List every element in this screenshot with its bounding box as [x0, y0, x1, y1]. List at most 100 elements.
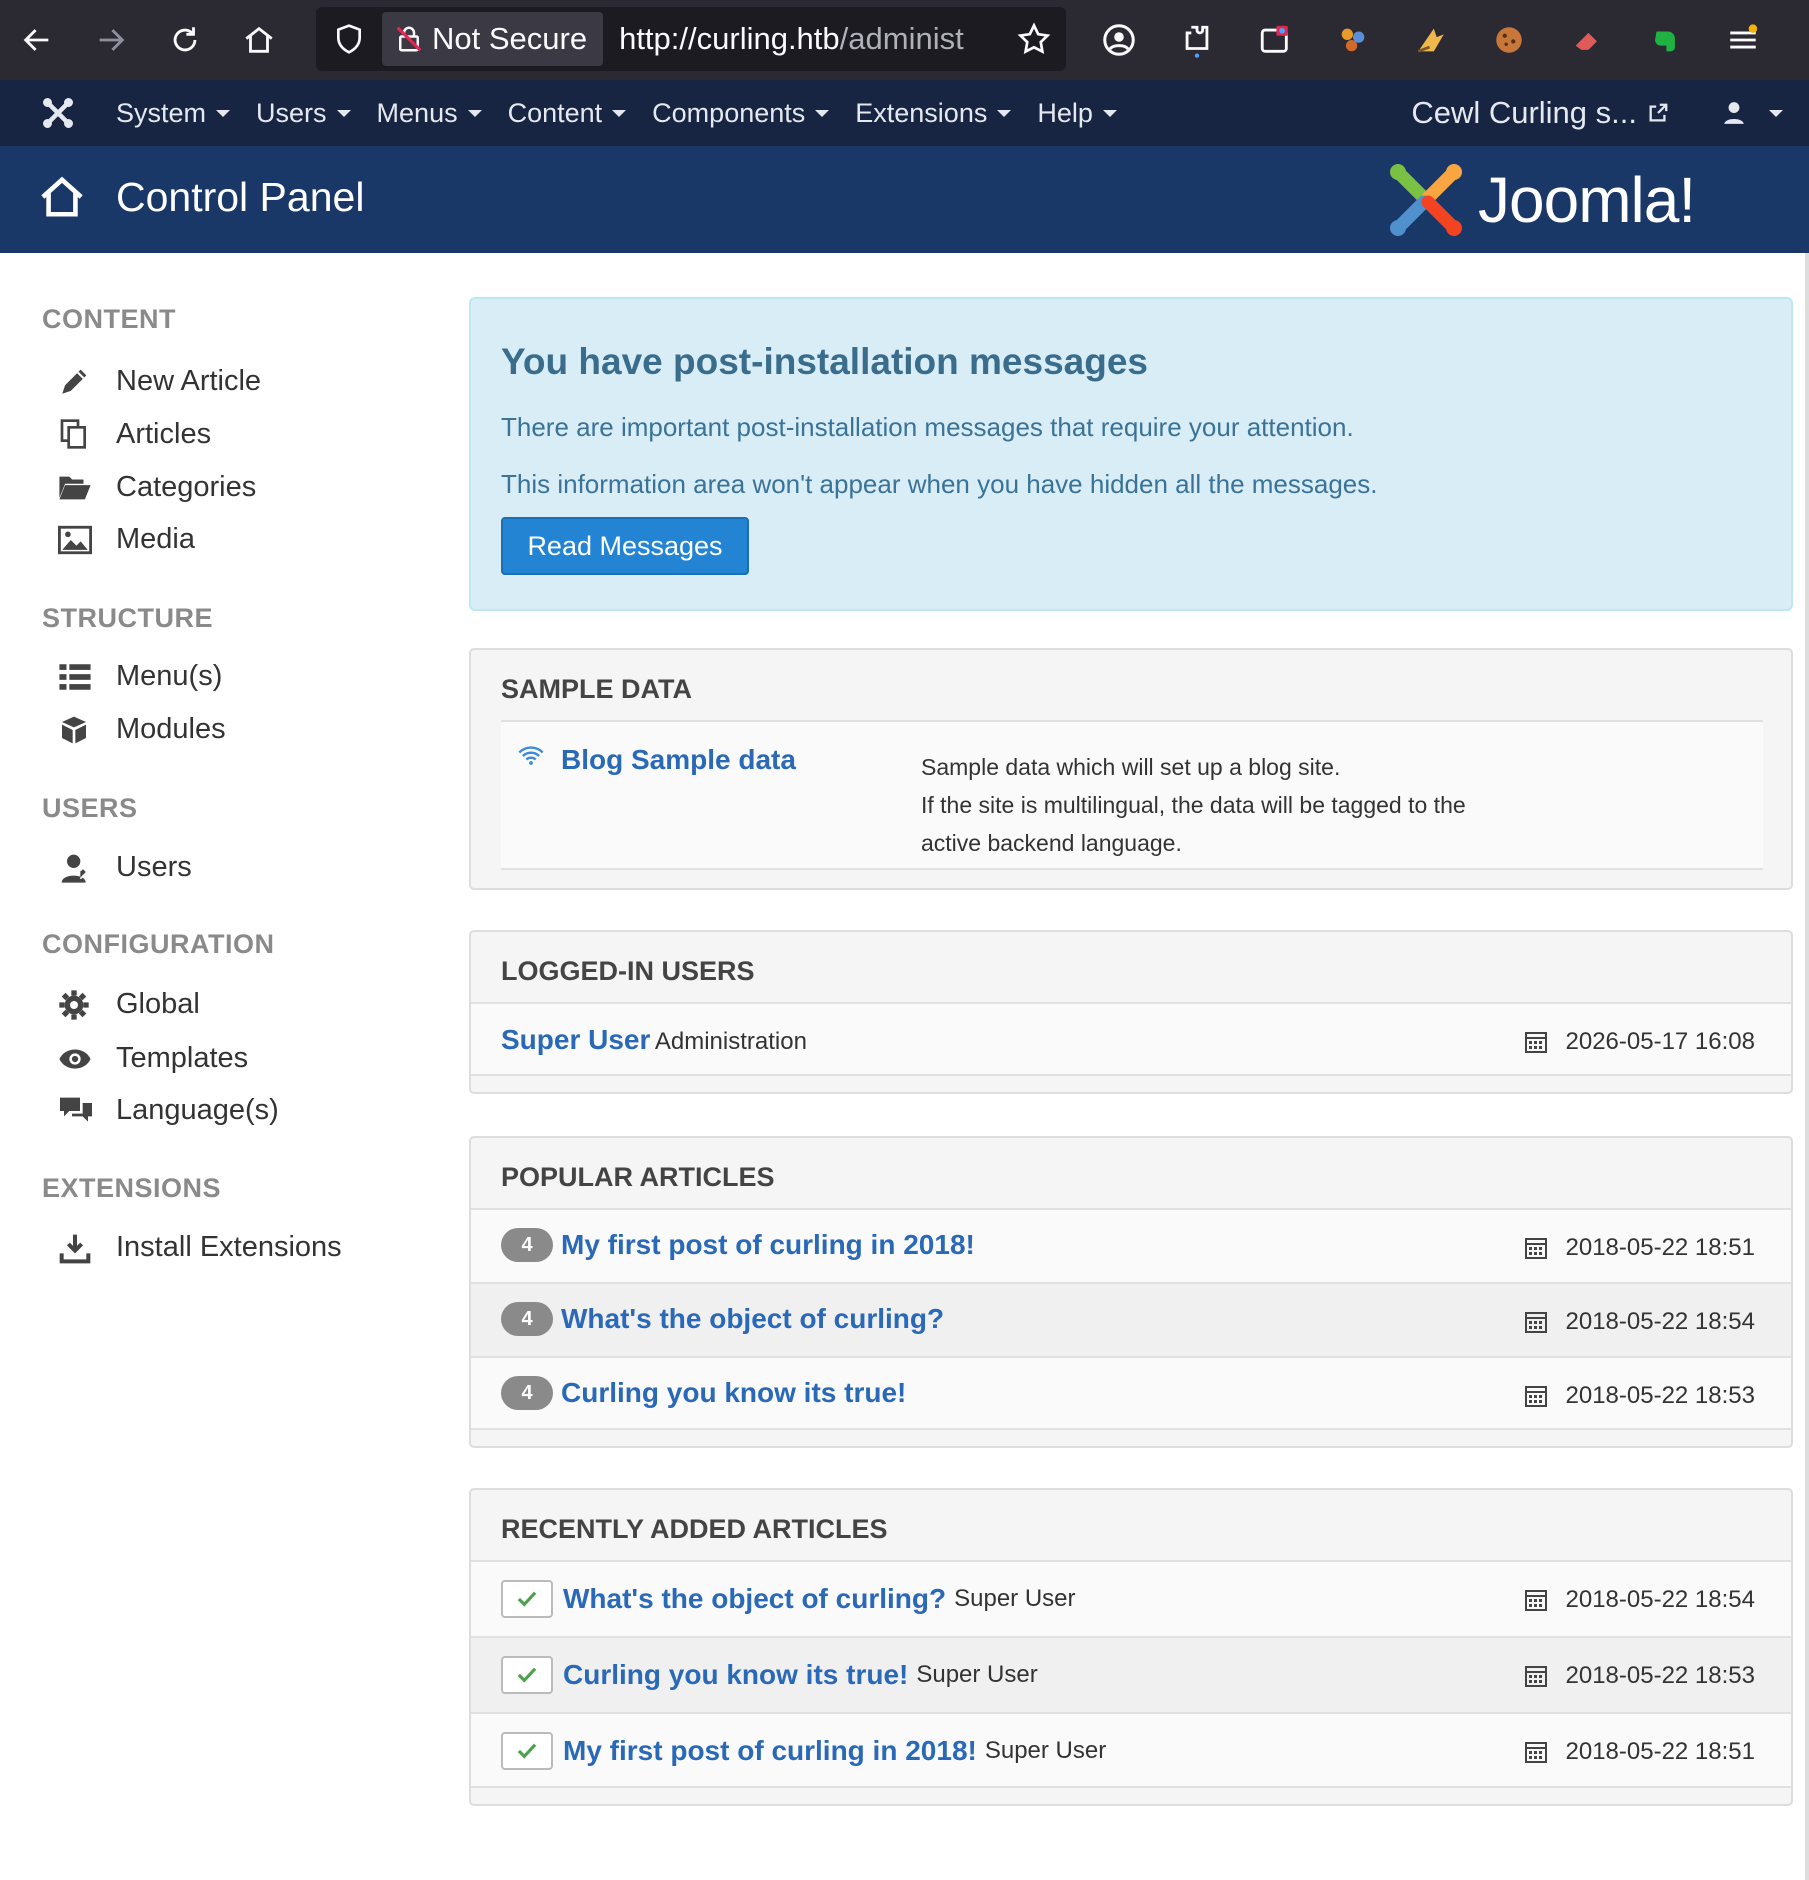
- url-text[interactable]: http://curling.htb/administ: [619, 21, 999, 57]
- wifi-icon: [518, 746, 544, 765]
- article-date: 2018-05-22 18:53: [1565, 1662, 1756, 1689]
- sidebar-heading-users: USERS: [42, 793, 138, 823]
- article-cell: 4 What's the object of curling?: [501, 1302, 944, 1336]
- table-row: My first post of curling in 2018! Super …: [471, 1712, 1791, 1788]
- site-security-button[interactable]: Not Secure: [382, 12, 604, 66]
- account-button[interactable]: [1080, 0, 1158, 80]
- read-messages-button[interactable]: Read Messages: [501, 517, 749, 575]
- tracking-protection-button[interactable]: [316, 22, 382, 56]
- back-button[interactable]: [0, 0, 74, 80]
- sidebar-item-templates[interactable]: Templates: [58, 1042, 248, 1075]
- published-toggle[interactable]: [501, 1580, 553, 1618]
- caret-down-icon: [467, 109, 482, 117]
- account-icon: [1103, 24, 1135, 56]
- nav-help-label: Help: [1037, 97, 1093, 128]
- gear-icon: [59, 989, 89, 1020]
- article-link[interactable]: What's the object of curling?: [561, 1303, 944, 1335]
- nav-content-label: Content: [507, 97, 603, 128]
- table-row: 4 What's the object of curling? 2018-05-…: [471, 1282, 1791, 1356]
- sidebar-item-media[interactable]: Media: [58, 523, 195, 556]
- home-button[interactable]: [222, 0, 296, 80]
- copy-icon: [60, 419, 86, 449]
- eraser-extension-button[interactable]: [1548, 0, 1626, 80]
- image-icon: [58, 525, 92, 554]
- cookie-editor-extension-button[interactable]: [1470, 0, 1548, 80]
- nav-system[interactable]: System: [116, 98, 231, 129]
- pencil-icon: [62, 369, 87, 394]
- sidebar-item-articles[interactable]: Articles: [58, 417, 211, 451]
- panel-title: LOGGED-IN USERS: [501, 956, 755, 986]
- logged-in-users-panel: LOGGED-IN USERS Super User Administratio…: [469, 930, 1793, 1094]
- evernote-extension-button[interactable]: [1626, 0, 1704, 80]
- sidebar-item-modules[interactable]: Modules: [58, 713, 226, 746]
- reload-button[interactable]: [148, 0, 222, 80]
- foxyproxy-extension-button[interactable]: [1314, 0, 1392, 80]
- page-scrollbar[interactable]: [1805, 253, 1809, 1880]
- article-link[interactable]: My first post of curling in 2018!: [563, 1735, 977, 1767]
- sidebar-item-users[interactable]: Users: [58, 851, 192, 884]
- nav-extensions[interactable]: Extensions: [855, 98, 1012, 129]
- article-cell: My first post of curling in 2018! Super …: [501, 1732, 1106, 1770]
- article-date: 2018-05-22 18:54: [1565, 1586, 1756, 1613]
- user-cell: Super User Administration: [501, 1024, 807, 1056]
- article-author: Super User: [984, 1737, 1107, 1764]
- home-icon: [245, 26, 273, 53]
- sidebar-item-label: Modules: [116, 713, 226, 745]
- url-path: /administ: [839, 21, 964, 56]
- view-site-link[interactable]: Cewl Curling s...: [1411, 80, 1669, 146]
- user-menu-button[interactable]: [1721, 80, 1783, 146]
- joomla-brand-icon: [1390, 164, 1462, 236]
- table-row: What's the object of curling? Super User…: [471, 1560, 1791, 1636]
- app-menu-button[interactable]: [1704, 0, 1782, 80]
- published-toggle[interactable]: [501, 1656, 553, 1694]
- nav-menus-label: Menus: [376, 97, 458, 128]
- control-panel-home-icon: [38, 174, 86, 225]
- sidebar-item-new-article[interactable]: New Article: [58, 364, 261, 398]
- nav-users[interactable]: Users: [256, 98, 351, 129]
- article-link[interactable]: What's the object of curling?: [563, 1583, 946, 1615]
- container-extension-button[interactable]: [1236, 0, 1314, 80]
- recent-articles-panel: RECENTLY ADDED ARTICLES What's the objec…: [469, 1488, 1793, 1806]
- panel-title: RECENTLY ADDED ARTICLES: [501, 1514, 888, 1544]
- blog-sample-data-link[interactable]: Blog Sample data: [561, 744, 796, 776]
- date-cell: 2018-05-22 18:53: [1524, 1382, 1755, 1410]
- download-icon: [59, 1234, 91, 1263]
- article-cell: 4 My first post of curling in 2018!: [501, 1228, 975, 1262]
- hits-badge: 4: [501, 1376, 553, 1410]
- description-line: If the site is multilingual, the data wi…: [921, 792, 1466, 818]
- sidebar-item-languages[interactable]: Language(s): [58, 1094, 279, 1127]
- calendar-icon: [1524, 1742, 1547, 1763]
- user-location: Administration: [654, 1028, 807, 1055]
- sample-data-panel: SAMPLE DATA Blog Sample data Sample data…: [469, 648, 1793, 890]
- check-icon: [517, 1591, 537, 1607]
- calendar-icon: [1524, 1032, 1547, 1053]
- insecure-lock-icon: [396, 26, 422, 52]
- user-link[interactable]: Super User: [501, 1024, 650, 1055]
- sidebar-item-global[interactable]: Global: [58, 988, 200, 1021]
- sidebar-item-menus[interactable]: Menu(s): [58, 660, 222, 693]
- sidebar-item-categories[interactable]: Categories: [58, 471, 256, 504]
- sidebar-item-install-extensions[interactable]: Install Extensions: [58, 1231, 342, 1264]
- article-link[interactable]: Curling you know its true!: [563, 1659, 908, 1691]
- bookmark-button[interactable]: [1016, 21, 1052, 62]
- address-bar[interactable]: Not Secure http://curling.htb/administ: [316, 7, 1066, 71]
- wappalyzer-extension-button[interactable]: [1392, 0, 1470, 80]
- nav-help[interactable]: Help: [1037, 98, 1117, 129]
- nav-content[interactable]: Content: [508, 98, 627, 129]
- joomla-logo: Joomla!: [1386, 160, 1696, 240]
- back-arrow-icon: [23, 29, 49, 51]
- nav-menus[interactable]: Menus: [377, 98, 482, 129]
- forward-button[interactable]: [74, 0, 148, 80]
- check-icon: [517, 1667, 537, 1683]
- cookie-icon: [1496, 27, 1522, 53]
- forward-arrow-icon: [99, 29, 125, 51]
- external-link-icon: [1649, 103, 1668, 122]
- article-link[interactable]: Curling you know its true!: [561, 1377, 906, 1409]
- published-toggle[interactable]: [501, 1732, 553, 1770]
- extensions-button[interactable]: [1158, 0, 1236, 80]
- sidebar-heading-extensions: EXTENSIONS: [42, 1173, 222, 1203]
- joomla-menu-logo[interactable]: [0, 95, 116, 131]
- panel-title: POPULAR ARTICLES: [501, 1162, 775, 1192]
- nav-components[interactable]: Components: [652, 98, 830, 129]
- article-link[interactable]: My first post of curling in 2018!: [561, 1229, 975, 1261]
